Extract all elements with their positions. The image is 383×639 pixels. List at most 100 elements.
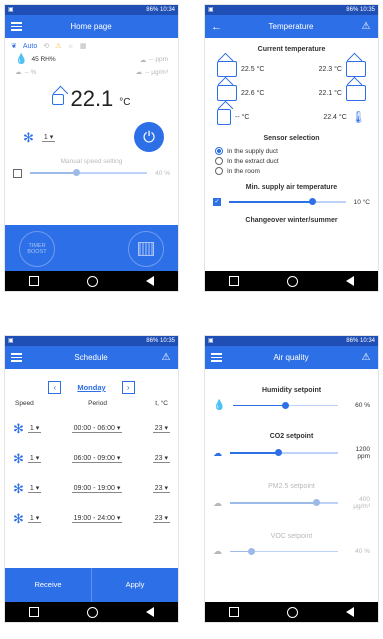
- voc-slider[interactable]: [230, 547, 338, 557]
- back-icon[interactable]: [146, 607, 154, 617]
- manual-speed-slider[interactable]: [30, 168, 148, 178]
- sensor-option-room[interactable]: In the room: [215, 166, 368, 176]
- system-nav-bar: [205, 602, 378, 622]
- menu-icon[interactable]: [211, 353, 222, 362]
- back-icon[interactable]: [146, 276, 154, 286]
- min-supply-checkbox[interactable]: ✓: [213, 198, 221, 206]
- home-icon[interactable]: [87, 606, 98, 618]
- alarm-icon: ⚠: [55, 43, 62, 50]
- droplet-icon: 💧: [15, 54, 28, 65]
- temp-dropdown[interactable]: 23 ▾: [152, 424, 170, 433]
- period-dropdown[interactable]: 19:00 - 24:00 ▾: [71, 514, 123, 523]
- notification-icon: ▣: [8, 338, 14, 344]
- status-battery: 86%: [146, 338, 159, 344]
- prev-day-button[interactable]: ‹: [48, 381, 62, 394]
- back-icon[interactable]: [346, 276, 354, 286]
- status-bar: ▣ 86% 10:35: [205, 5, 378, 15]
- recents-icon[interactable]: [29, 276, 39, 286]
- home-icon[interactable]: [87, 275, 98, 287]
- period-dropdown[interactable]: 00:00 - 06:00 ▾: [71, 424, 123, 433]
- speed-dropdown[interactable]: 1 ▾: [41, 133, 56, 142]
- apply-button[interactable]: Apply: [92, 568, 178, 602]
- co2-value: -- ppm: [149, 56, 168, 63]
- pm25-icon: ☁: [213, 497, 222, 508]
- menu-icon[interactable]: [11, 22, 22, 31]
- temp-dropdown[interactable]: 23 ▾: [152, 514, 170, 523]
- air-quality-screen: ▣ 86% 10:34 Air quality ⚠ Humidity setpo…: [205, 336, 378, 622]
- min-supply-title: Min. supply air temperature: [245, 184, 338, 191]
- outdoor-intake-icon: [217, 61, 237, 77]
- home-icon[interactable]: [287, 275, 298, 287]
- recirculation-icon: ⟲: [43, 43, 50, 50]
- page-title: Schedule: [74, 353, 108, 362]
- manual-speed-checkbox[interactable]: [13, 168, 22, 178]
- speed-dropdown[interactable]: 1 ▾: [27, 424, 42, 433]
- header-period: Period: [88, 400, 107, 407]
- timer-boost-button[interactable]: TIMER BOOST: [19, 231, 55, 267]
- status-time: 10:35: [359, 7, 375, 13]
- next-day-button[interactable]: ›: [121, 381, 135, 394]
- sensor-option-extract[interactable]: In the extract duct: [215, 156, 368, 166]
- alert-icon[interactable]: ⚠: [360, 352, 372, 363]
- recents-icon[interactable]: [229, 607, 239, 617]
- day-selector[interactable]: Monday: [77, 383, 105, 392]
- pm25-setpoint-value: 400 μg/m³: [353, 496, 370, 510]
- page-title: Air quality: [273, 353, 309, 362]
- min-supply-slider[interactable]: [229, 197, 346, 207]
- status-battery: 86%: [346, 7, 359, 13]
- sensor-option-supply[interactable]: In the supply duct: [215, 146, 368, 156]
- sensor-option-label: In the supply duct: [227, 147, 278, 155]
- status-bar: ▣ 86% 10:34: [205, 336, 378, 346]
- period-dropdown[interactable]: 06:00 - 09:00 ▾: [71, 454, 123, 463]
- temp-dropdown[interactable]: 23 ▾: [152, 454, 170, 463]
- speed-dropdown[interactable]: 1 ▾: [27, 484, 42, 493]
- mode-label: Auto: [22, 42, 38, 50]
- table-row: ✻ 1 ▾ 06:00 - 09:00 ▾ 23 ▾: [13, 443, 170, 473]
- home-screen: ▣ 86% 10:34 Home page ❦ Auto ⟲ ⚠ ☼ ▦ 💧 45…: [5, 5, 178, 291]
- changeover-title: Changeover winter/summer: [245, 217, 338, 224]
- app-bar: Home page: [5, 15, 178, 38]
- speed-dropdown[interactable]: 1 ▾: [27, 514, 42, 523]
- power-button[interactable]: ⏻: [134, 122, 164, 152]
- app-bar: ← Temperature ⚠: [205, 15, 378, 38]
- sensor-selection-title: Sensor selection: [263, 135, 320, 142]
- room-sensor-icon: [217, 109, 231, 125]
- fan-mode-icon: ❦: [11, 43, 17, 50]
- period-dropdown[interactable]: 09:00 - 19:00 ▾: [71, 484, 123, 493]
- system-nav-bar: [5, 602, 178, 622]
- calendar-button[interactable]: [128, 231, 164, 267]
- filter-icon: ▦: [79, 43, 87, 50]
- fan-icon: ✻: [13, 480, 24, 496]
- alert-icon[interactable]: ⚠: [360, 21, 372, 32]
- temp-reading: 22.1 °C: [318, 89, 342, 97]
- temp-dropdown[interactable]: 23 ▾: [152, 484, 170, 493]
- receive-button[interactable]: Receive: [5, 568, 92, 602]
- pm25-slider[interactable]: [230, 498, 338, 508]
- pm25-icon: ☁: [135, 69, 143, 76]
- system-nav-bar: [5, 271, 178, 291]
- fan-icon: ✻: [13, 510, 24, 526]
- temp-reading: 22.5 °C: [241, 65, 265, 73]
- sensor-radio-group: In the supply duct In the extract duct I…: [205, 142, 378, 176]
- temperature-value: 22.1: [70, 86, 114, 111]
- recents-icon[interactable]: [229, 276, 239, 286]
- status-bar: ▣ 86% 10:35: [5, 336, 178, 346]
- co2-icon: ☁: [139, 56, 147, 64]
- back-arrow-icon[interactable]: ←: [211, 21, 222, 33]
- sensor-option-label: In the extract duct: [227, 157, 279, 165]
- system-nav-bar: [205, 271, 378, 291]
- status-time: 10:35: [159, 338, 175, 344]
- humidity-slider[interactable]: [233, 401, 338, 411]
- menu-icon[interactable]: [11, 353, 22, 362]
- timer-boost-label: TIMER BOOST: [27, 243, 47, 255]
- co2-slider[interactable]: [230, 448, 338, 458]
- table-row: ✻ 1 ▾ 19:00 - 24:00 ▾ 23 ▾: [13, 503, 170, 533]
- back-icon[interactable]: [346, 607, 354, 617]
- table-row: ✻ 1 ▾ 00:00 - 06:00 ▾ 23 ▾: [13, 413, 170, 443]
- speed-dropdown[interactable]: 1 ▾: [27, 454, 42, 463]
- home-icon[interactable]: [287, 606, 298, 618]
- voc-setpoint-block: VOC setpoint ☁ 40 %: [205, 533, 378, 579]
- min-supply-value: 10 °C: [353, 198, 370, 206]
- alert-icon[interactable]: ⚠: [160, 352, 172, 363]
- recents-icon[interactable]: [29, 607, 39, 617]
